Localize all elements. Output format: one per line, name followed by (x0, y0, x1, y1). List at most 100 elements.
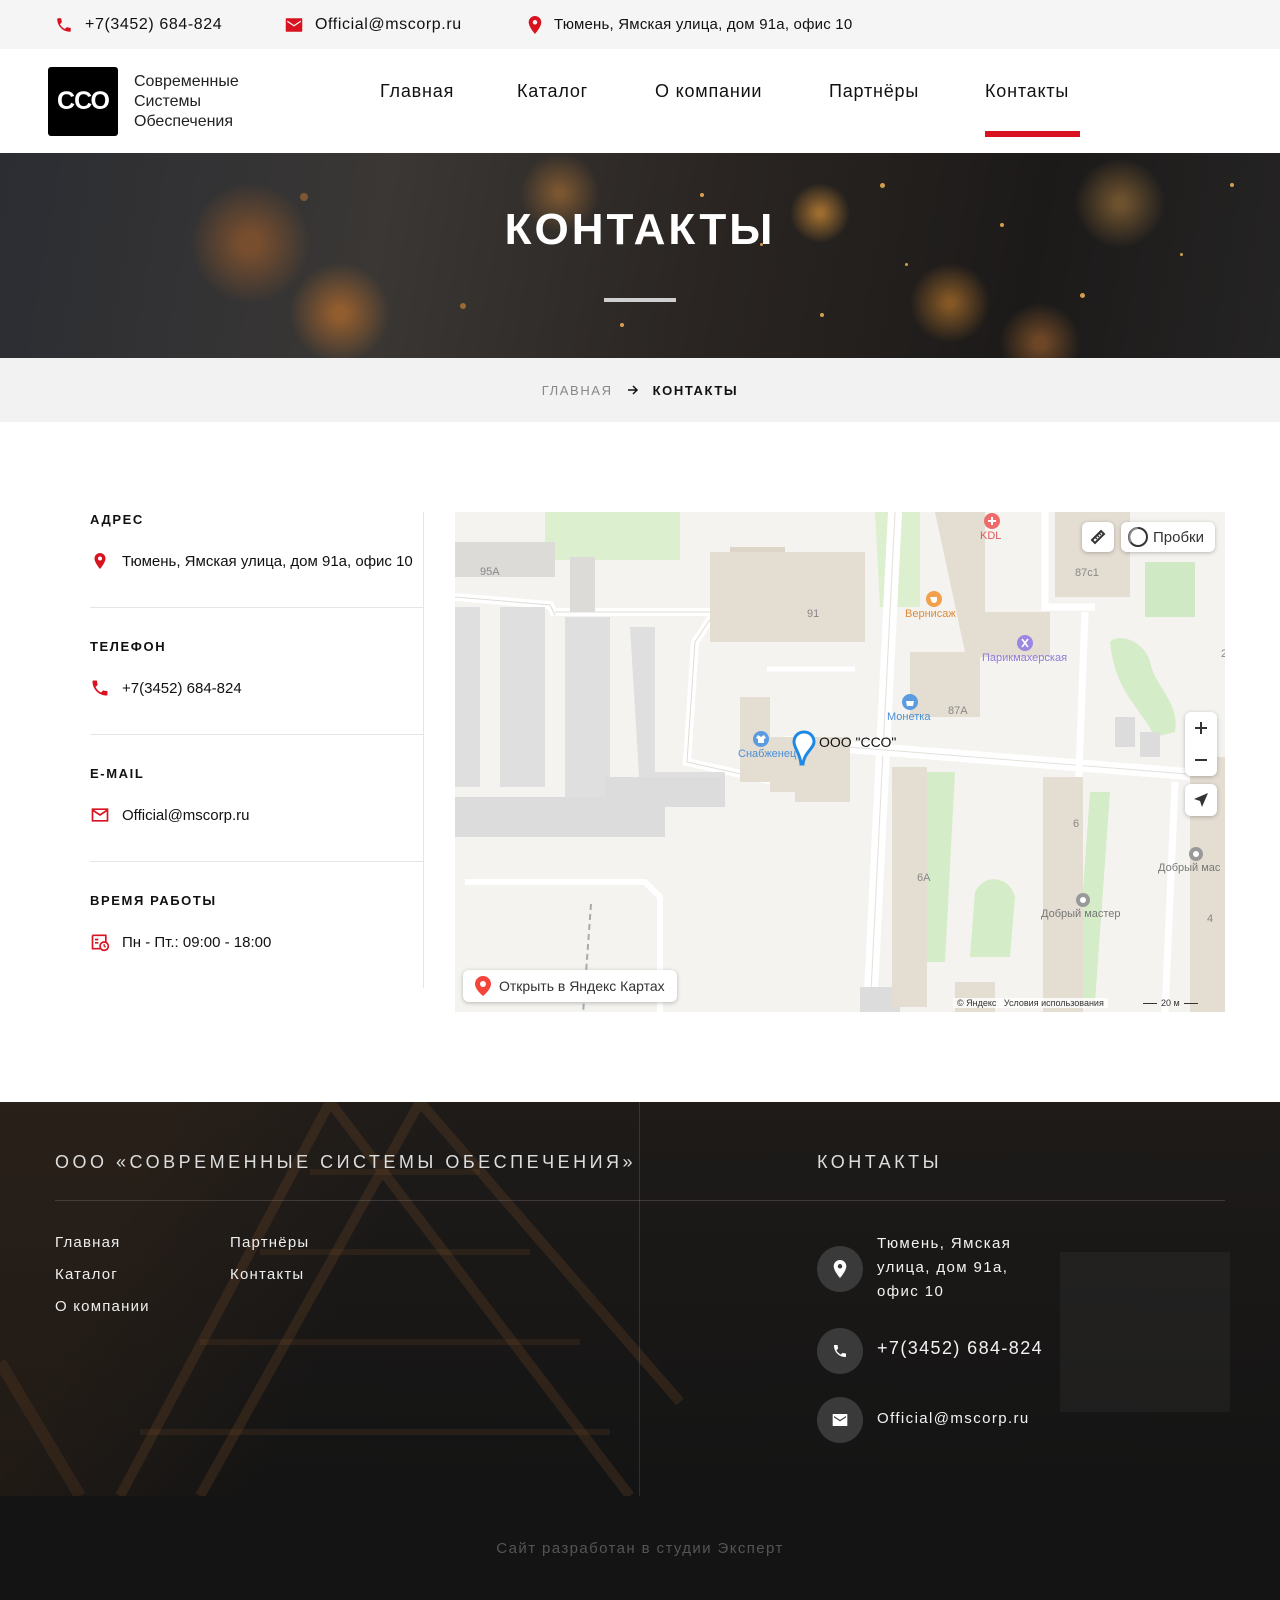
terms-link[interactable]: Условия использования (1004, 998, 1104, 1008)
zoom-out-button[interactable] (1194, 744, 1208, 776)
building-label: 95А (480, 566, 500, 578)
nav-active-underline (985, 131, 1080, 137)
scale-label: 20 м (1161, 998, 1180, 1008)
poi-dobry-master[interactable]: Добрый мастер (1041, 892, 1121, 920)
map-tiles (455, 512, 1225, 1012)
address-block: АДРЕС Тюмень, Ямская улица, дом 91а, офи… (90, 512, 424, 571)
footer-divider-vertical (639, 1102, 640, 1496)
footer-divider (55, 1200, 1225, 1201)
poi-label: Добрый мас (1158, 862, 1221, 874)
address-label: АДРЕС (90, 512, 144, 527)
nav-item-home[interactable]: Главная (380, 81, 454, 102)
footer-link-home[interactable]: Главная (55, 1234, 121, 1251)
poi-snabzhenets[interactable]: Снабженец (738, 730, 796, 760)
ruler-button[interactable] (1082, 522, 1114, 552)
phone-label: ТЕЛЕФОН (90, 639, 167, 654)
breadcrumb-home[interactable]: ГЛАВНАЯ (542, 383, 613, 398)
footer-email-icon-circle (817, 1397, 863, 1443)
divider (90, 607, 424, 608)
footer: ООО «СОВРЕМЕННЫЕ СИСТЕМЫ ОБЕСПЕЧЕНИЯ» КО… (0, 1102, 1280, 1496)
building-label: 87А (948, 705, 968, 717)
building-label: 4 (1207, 913, 1214, 925)
topbar-address: Тюмень, Ямская улица, дом 91а, офис 10 (528, 0, 852, 49)
email-row[interactable]: Official@mscorp.ru (90, 805, 424, 825)
logo-line-1: Современные (134, 72, 239, 90)
copyright-text[interactable]: © Яндекс (957, 998, 996, 1008)
footer-link-catalog[interactable]: Каталог (55, 1266, 118, 1283)
hours-row: Пн - Пт.: 09:00 - 18:00 (90, 932, 424, 952)
topbar-phone-text: +7(3452) 684-824 (85, 15, 223, 33)
ruler-icon (1090, 529, 1106, 545)
phone-block: ТЕЛЕФОН +7(3452) 684-824 (90, 639, 424, 698)
poi-parikmakherskaya[interactable]: Парикмахерская (982, 634, 1067, 664)
map-marker-icon[interactable] (791, 730, 817, 766)
nav-item-contacts[interactable]: Контакты (985, 81, 1069, 102)
nav-item-about[interactable]: О компании (655, 81, 762, 102)
logo[interactable]: ССО Современные Системы Обеспечения (48, 67, 239, 136)
logo-mark: ССО (48, 67, 118, 136)
poi-label: KDL (980, 530, 1002, 542)
footer-phone-icon-circle (817, 1328, 863, 1374)
poi-label: Вернисаж (905, 608, 956, 620)
footer-address-line-2: улица, дом 91а, (877, 1259, 1009, 1276)
logo-line-3: Обеспечения (134, 112, 234, 130)
header: ССО Современные Системы Обеспечения Глав… (0, 49, 1280, 153)
contact-info: АДРЕС Тюмень, Ямская улица, дом 91а, офи… (90, 512, 424, 988)
geolocation-button[interactable] (1185, 784, 1217, 816)
clothing-icon (753, 731, 769, 747)
footer-link-contacts[interactable]: Контакты (230, 1266, 304, 1283)
footer-contacts-title: КОНТАКТЫ (817, 1152, 943, 1172)
location-pin-icon (833, 1260, 847, 1278)
poi-kdl[interactable]: KDL (980, 512, 1001, 542)
breadcrumb-current: КОНТАКТЫ (652, 382, 739, 398)
building-label: 87с1 (1075, 567, 1099, 579)
breadcrumb: ГЛАВНАЯ КОНТАКТЫ (0, 358, 1280, 422)
poi-label: Добрый мастер (1041, 908, 1121, 920)
poi-vernisazh[interactable]: Вернисаж (905, 590, 956, 620)
topbar-phone[interactable]: +7(3452) 684-824 (55, 0, 222, 49)
yandex-map[interactable]: 95А 91 87с1 87А 6 6А 4 2 KDL Вернисаж Па… (455, 512, 1225, 1012)
footer-email[interactable]: Official@mscorp.ru (877, 1410, 1030, 1427)
building-label: 91 (807, 608, 820, 620)
mail-icon (91, 808, 109, 822)
footer-link-partners[interactable]: Партнёры (230, 1234, 309, 1251)
location-pin-icon (94, 553, 106, 569)
medical-icon (984, 513, 1000, 529)
developer-credit[interactable]: Сайт разработан в студии Эксперт (496, 1540, 783, 1557)
topbar-address-text: Тюмень, Ямская улица, дом 91а, офис 10 (554, 16, 853, 33)
divider (90, 734, 424, 735)
logo-text: Современные Системы Обеспечения (134, 72, 239, 132)
location-pin-icon (528, 15, 542, 34)
topbar-email[interactable]: Official@mscorp.ru (285, 0, 462, 49)
top-bar: +7(3452) 684-824 Official@mscorp.ru Тюме… (0, 0, 1280, 49)
navigation-arrow-icon (1194, 793, 1208, 807)
footer-address-line-1: Тюмень, Ямская (877, 1235, 1012, 1252)
poi-label: Монетка (887, 711, 931, 723)
footer-address-line-3: офис 10 (877, 1283, 945, 1300)
poi-dobry-master-2[interactable]: Добрый мас (1158, 846, 1220, 874)
footer-address-icon-circle (817, 1246, 863, 1292)
nav-item-partners[interactable]: Партнёры (829, 81, 919, 102)
phone-row[interactable]: +7(3452) 684-824 (90, 678, 424, 698)
footer-phone[interactable]: +7(3452) 684-824 (877, 1338, 1043, 1359)
mail-icon (832, 1414, 848, 1426)
email-block: E-MAIL Official@mscorp.ru (90, 766, 424, 825)
bottom-bar: Сайт разработан в студии Эксперт (0, 1496, 1280, 1600)
open-in-maps-label: Открыть в Яндекс Картах (499, 978, 665, 994)
page-title: КОНТАКТЫ (504, 205, 776, 254)
title-divider (604, 298, 676, 302)
nav-item-catalog[interactable]: Каталог (517, 81, 588, 102)
place-icon (1189, 847, 1203, 861)
hours-label: ВРЕМЯ РАБОТЫ (90, 893, 217, 908)
hours-block: ВРЕМЯ РАБОТЫ Пн - Пт.: 09:00 - 18:00 (90, 893, 424, 952)
arrow-right-icon (627, 384, 639, 396)
building-label: 6А (917, 872, 931, 884)
zoom-in-button[interactable] (1194, 712, 1208, 744)
poi-monetka[interactable]: Монетка (887, 693, 930, 723)
open-in-yandex-maps-button[interactable]: Открыть в Яндекс Картах (463, 970, 677, 1002)
traffic-button[interactable]: Пробки (1121, 522, 1215, 552)
map-scale: 20 м (1143, 998, 1198, 1008)
footer-link-about[interactable]: О компании (55, 1298, 150, 1315)
logo-line-2: Системы (134, 92, 202, 110)
traffic-icon (1128, 527, 1148, 547)
